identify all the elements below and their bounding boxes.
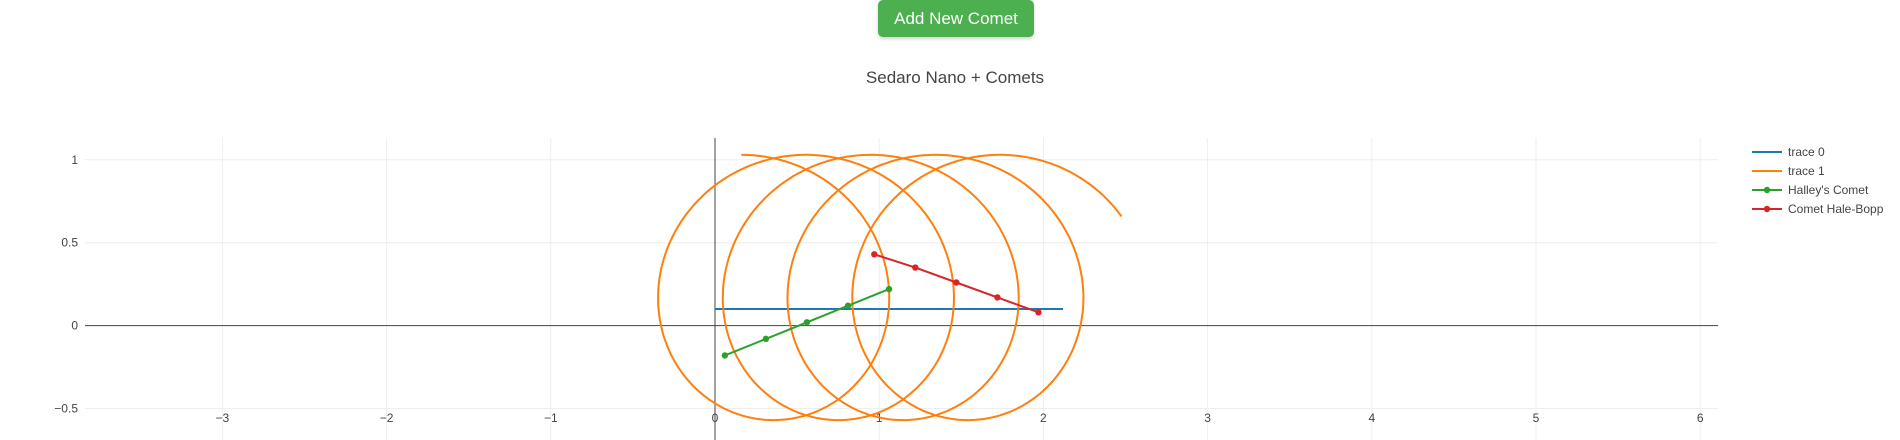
traces: [657, 153, 1123, 422]
axes: [85, 138, 1718, 440]
halley-s-comet-point: [885, 285, 893, 293]
x-tick-label: −2: [380, 411, 394, 425]
x-tick-label: 4: [1368, 411, 1375, 425]
legend-label: Comet Hale-Bopp: [1788, 202, 1884, 216]
legend-label: Halley's Comet: [1788, 183, 1869, 197]
y-tick-label: 0: [71, 319, 78, 333]
x-tick-label: 3: [1204, 411, 1211, 425]
legend-label: trace 1: [1788, 164, 1825, 178]
chart-title: Sedaro Nano + Comets: [866, 68, 1044, 87]
y-tick-label: 1: [71, 153, 78, 167]
halley-s-comet-point: [721, 352, 729, 359]
gridlines: [85, 138, 1718, 440]
x-tick-label: 5: [1533, 411, 1540, 425]
halley-s-comet-point: [762, 335, 770, 343]
x-tick-label: 2: [1040, 411, 1047, 425]
legend-marker-comet-hale-bopp: [1763, 205, 1771, 213]
x-tick-label: 6: [1697, 411, 1704, 425]
comet-hale-bopp-point: [1035, 309, 1042, 316]
halley-s-comet-point: [844, 302, 852, 309]
orbit-chart: Sedaro Nano + Comets −3 −2 −1 0 1 2 3 4 5 6 −0.5 0 0…: [54, 68, 1884, 440]
legend-label: trace 0: [1788, 145, 1825, 159]
comet-hale-bopp-point: [912, 264, 919, 271]
legend: trace 0 trace 1 Halley's Comet Comet Hale-B…: [1752, 145, 1884, 216]
comet-hale-bopp-point: [953, 279, 960, 286]
x-tick-label: 0: [712, 411, 719, 425]
y-tick-label: −0.5: [54, 402, 78, 416]
comet-hale-bopp-point: [994, 294, 1001, 301]
legend-marker-halley-s-comet: [1763, 186, 1771, 194]
halley-s-comet-point: [803, 319, 811, 326]
y-tick-label: 0.5: [61, 236, 78, 250]
comet-hale-bopp-point: [871, 251, 878, 258]
x-tick-label: −3: [216, 411, 230, 425]
x-tick-label: −1: [544, 411, 558, 425]
add-new-comet-button[interactable]: Add New Comet: [878, 0, 1034, 37]
